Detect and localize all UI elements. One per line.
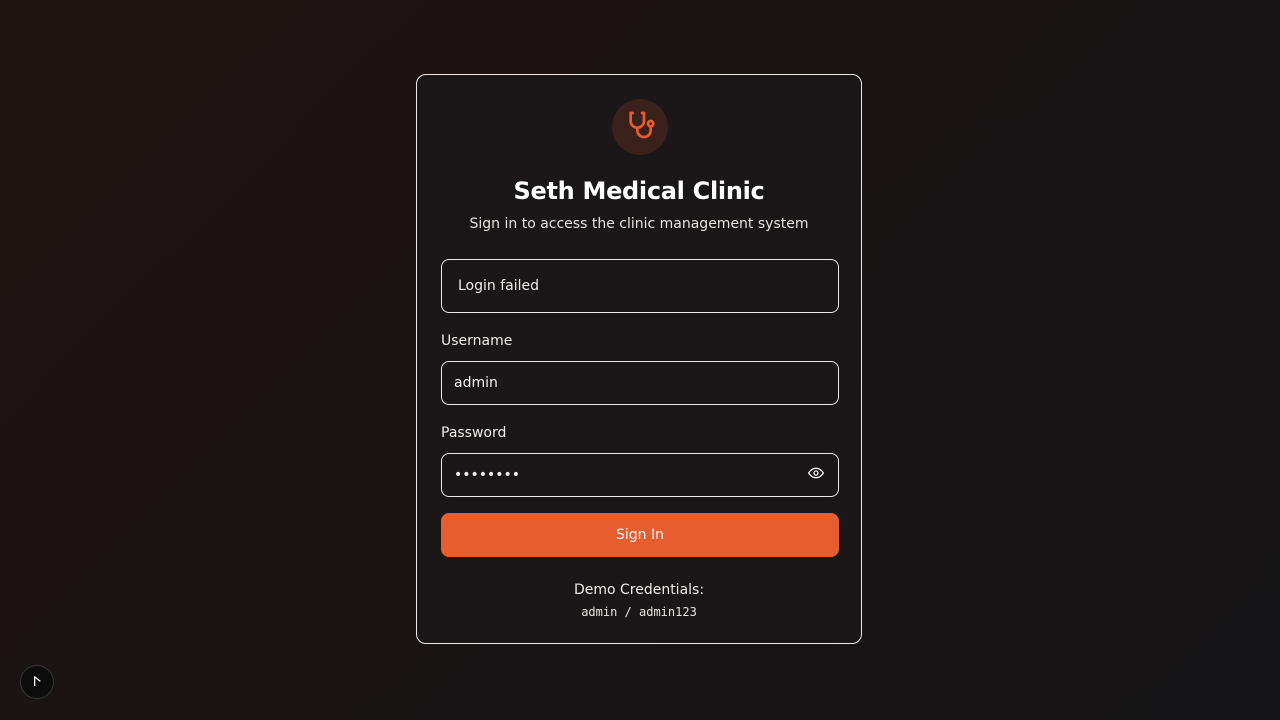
- error-message: Login failed: [458, 278, 540, 294]
- cursor-icon: [30, 673, 44, 692]
- username-label: Username: [441, 333, 513, 349]
- clinic-logo: [612, 99, 668, 155]
- username-input[interactable]: [454, 375, 826, 391]
- eye-icon: [808, 465, 824, 485]
- sign-in-button[interactable]: Sign In: [441, 513, 839, 557]
- stethoscope-icon: [624, 109, 656, 145]
- toggle-password-visibility-button[interactable]: [806, 465, 826, 485]
- demo-credentials-title: Demo Credentials:: [573, 582, 705, 598]
- floating-action-button[interactable]: [20, 665, 54, 699]
- password-input[interactable]: [454, 467, 806, 483]
- username-field-wrapper: [441, 361, 839, 405]
- login-card: Seth Medical Clinic Sign in to access th…: [416, 74, 862, 644]
- page-subtitle: Sign in to access the clinic management …: [469, 216, 809, 232]
- password-label: Password: [441, 425, 507, 441]
- demo-credentials-value: admin / admin123: [581, 605, 697, 619]
- error-alert: Login failed: [441, 259, 839, 313]
- page-title: Seth Medical Clinic: [513, 177, 765, 205]
- password-field-wrapper: [441, 453, 839, 497]
